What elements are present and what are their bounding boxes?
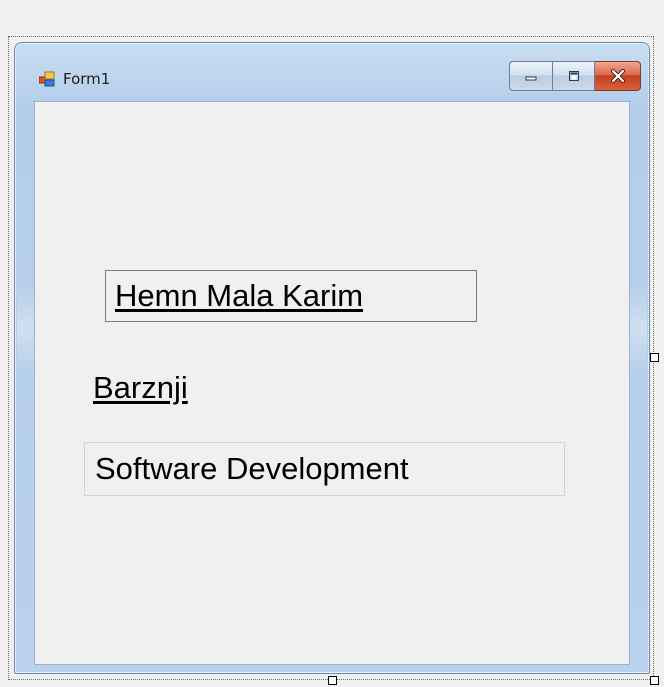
form-window[interactable]: Form1 Hemn Mala Karim Barznji Software D… xyxy=(14,42,650,674)
close-button[interactable] xyxy=(595,61,641,91)
department-label[interactable]: Software Development xyxy=(84,442,565,496)
maximize-icon xyxy=(568,71,579,81)
maximize-button[interactable] xyxy=(553,61,595,91)
close-icon xyxy=(610,69,625,83)
window-title: Form1 xyxy=(63,70,111,88)
minimize-button[interactable] xyxy=(509,61,553,91)
resize-handle-corner[interactable] xyxy=(650,676,659,685)
title-bar[interactable]: Form1 xyxy=(15,43,649,99)
minimize-icon xyxy=(525,76,537,81)
resize-handle-right[interactable] xyxy=(650,353,659,362)
resize-handle-bottom[interactable] xyxy=(328,676,337,685)
surname-label[interactable]: Barznji xyxy=(93,368,188,408)
caption-buttons xyxy=(509,61,641,93)
form-icon xyxy=(38,71,55,87)
client-area: Hemn Mala Karim Barznji Software Develop… xyxy=(34,101,630,665)
name-label[interactable]: Hemn Mala Karim xyxy=(105,270,477,322)
